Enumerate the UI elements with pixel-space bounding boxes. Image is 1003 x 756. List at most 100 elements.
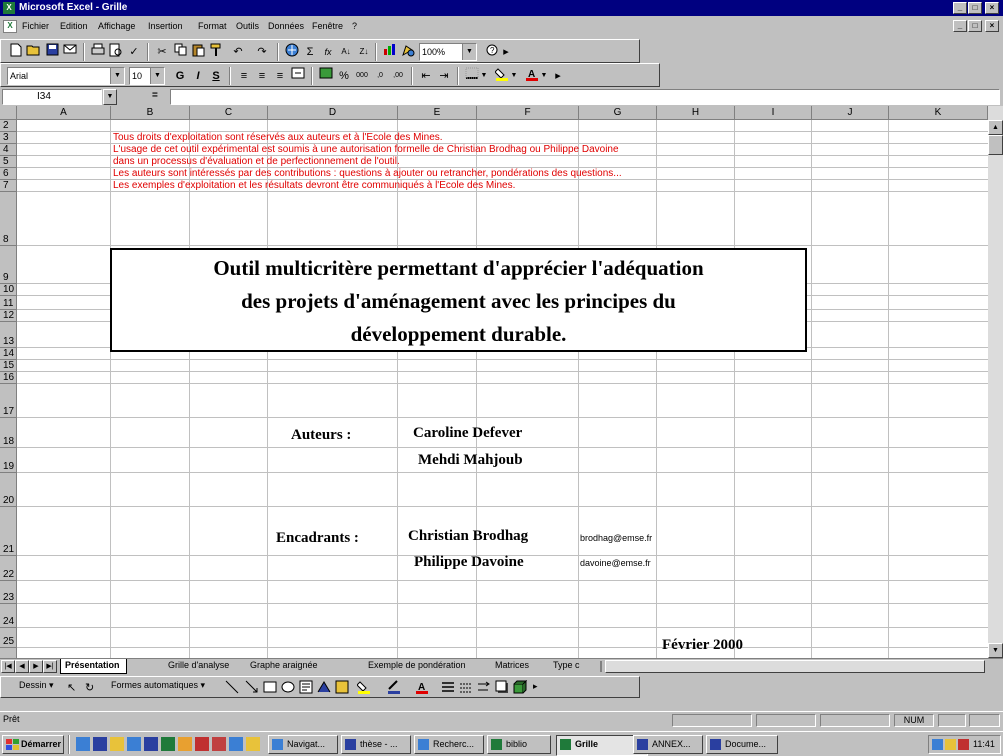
row-header[interactable]: 26	[0, 648, 17, 658]
next-sheet-icon[interactable]: ▶	[29, 660, 43, 673]
clipart-icon[interactable]	[335, 680, 349, 697]
close-button[interactable]: ×	[985, 2, 999, 14]
prev-sheet-icon[interactable]: ◀	[15, 660, 29, 673]
col-header-g[interactable]: G	[579, 106, 657, 120]
row-header[interactable]: 9	[0, 246, 17, 284]
col-header-k[interactable]: K	[889, 106, 988, 120]
office-assistant-icon[interactable]: ?	[483, 43, 501, 61]
col-header-b[interactable]: B	[111, 106, 190, 120]
row-header[interactable]: 3	[0, 132, 17, 144]
col-header-f[interactable]: F	[477, 106, 579, 120]
draw-menu-button[interactable]: Dessin ▾	[19, 680, 54, 691]
doc-minimize-button[interactable]: _	[953, 20, 967, 32]
align-center-icon[interactable]: ≡	[253, 67, 271, 85]
tray-speaker-icon[interactable]	[945, 739, 956, 750]
last-sheet-icon[interactable]: ▶|	[43, 660, 57, 673]
cut-icon[interactable]: ✂	[153, 43, 171, 61]
percent-icon[interactable]: %	[335, 67, 353, 85]
rectangle-icon[interactable]	[263, 680, 277, 697]
worksheet-grid[interactable]: A B C D E F G H I J K 2 3 4 5 6 7 8 9 10…	[0, 106, 988, 658]
formula-equals[interactable]: =	[152, 90, 158, 101]
row-header[interactable]: 19	[0, 448, 17, 473]
task-these[interactable]: thèse - ...	[341, 735, 411, 754]
menu-edition[interactable]: Edition	[60, 21, 88, 31]
maximize-button[interactable]: □	[968, 2, 982, 14]
quicklaunch-excel-icon[interactable]	[161, 737, 175, 751]
underline-button[interactable]: S	[207, 67, 225, 85]
name-box-dropdown-icon[interactable]: ▼	[103, 89, 117, 105]
chevron-down-icon[interactable]: ▼	[539, 67, 549, 85]
quicklaunch-powerpoint-icon[interactable]	[212, 737, 226, 751]
quicklaunch-channels-icon[interactable]	[127, 737, 141, 751]
tray-network-icon[interactable]	[932, 739, 943, 750]
horizontal-scrollbar[interactable]	[605, 660, 985, 673]
oval-icon[interactable]	[281, 680, 295, 697]
row-header[interactable]: 21	[0, 507, 17, 556]
row-header[interactable]: 15	[0, 360, 17, 372]
font-size-combo[interactable]: 10 ▼	[129, 67, 165, 85]
tab-matrices[interactable]: Matrices	[495, 660, 529, 670]
tab-presentation[interactable]: Présentation	[60, 659, 127, 674]
doc-close-button[interactable]: ×	[985, 20, 999, 32]
font-color-icon[interactable]: A	[415, 680, 429, 697]
chevron-down-icon[interactable]: ▼	[110, 68, 124, 84]
start-button[interactable]: Démarrer	[2, 735, 64, 754]
arrow-style-icon[interactable]	[477, 680, 491, 697]
mail-icon[interactable]	[61, 43, 79, 61]
menu-outils[interactable]: Outils	[236, 21, 259, 31]
first-sheet-icon[interactable]: |◀	[1, 660, 15, 673]
quicklaunch-outlook-icon[interactable]	[93, 737, 107, 751]
chart-wizard-icon[interactable]	[381, 43, 399, 61]
chevron-down-icon[interactable]: ▼	[462, 44, 476, 60]
row-header[interactable]: 7	[0, 180, 17, 192]
task-annexe[interactable]: ANNEX...	[633, 735, 703, 754]
quicklaunch-app-icon[interactable]	[229, 737, 243, 751]
tab-grille-analyse[interactable]: Grille d'analyse	[168, 660, 229, 670]
print-preview-icon[interactable]	[107, 43, 125, 61]
autosum-icon[interactable]: Σ	[301, 43, 319, 61]
row-header[interactable]: 22	[0, 556, 17, 581]
tab-graphe-araignee[interactable]: Graphe araignée	[250, 660, 318, 670]
scroll-thumb[interactable]	[988, 135, 1003, 155]
increase-decimal-icon[interactable]: ,0	[371, 67, 389, 85]
arrow-icon[interactable]	[245, 680, 259, 697]
task-document[interactable]: Docume...	[706, 735, 778, 754]
quicklaunch-ie-icon[interactable]	[110, 737, 124, 751]
name-box[interactable]: I34	[2, 89, 102, 105]
menu-fenetre[interactable]: Fenêtre	[312, 21, 343, 31]
open-icon[interactable]	[25, 43, 43, 61]
menu-donnees[interactable]: Données	[268, 21, 304, 31]
chevron-down-icon[interactable]: ▼	[150, 68, 164, 84]
undo-icon[interactable]: ↶	[229, 43, 247, 61]
dash-style-icon[interactable]	[459, 680, 473, 697]
row-header[interactable]: 10	[0, 284, 17, 296]
col-header-e[interactable]: E	[398, 106, 477, 120]
row-header[interactable]: 2	[0, 120, 17, 132]
bold-button[interactable]: G	[171, 67, 189, 85]
decrease-indent-icon[interactable]: ⇤	[417, 67, 435, 85]
menu-help[interactable]: ?	[352, 21, 357, 31]
wordart-icon[interactable]	[317, 680, 331, 697]
chevron-down-icon[interactable]: ▼	[479, 67, 489, 85]
increase-indent-icon[interactable]: ⇥	[435, 67, 453, 85]
autoshapes-menu-button[interactable]: Formes automatiques ▾	[111, 680, 205, 691]
toolbar-options-icon[interactable]: ▸	[533, 681, 538, 692]
row-header[interactable]: 23	[0, 581, 17, 604]
hyperlink-icon[interactable]	[283, 43, 301, 61]
toolbar-options-icon[interactable]: ▸	[501, 43, 511, 61]
row-header[interactable]: 17	[0, 384, 17, 418]
zoom-combo[interactable]: 100% ▼	[419, 43, 477, 61]
thousands-icon[interactable]: 000	[353, 67, 371, 85]
copy-icon[interactable]	[171, 43, 189, 61]
col-header-d[interactable]: D	[268, 106, 398, 120]
col-header-i[interactable]: I	[735, 106, 812, 120]
redo-icon[interactable]: ↷	[253, 43, 271, 61]
paste-icon[interactable]	[189, 43, 207, 61]
font-name-combo[interactable]: Arial ▼	[7, 67, 125, 85]
line-style-icon[interactable]	[441, 680, 455, 697]
window-title-bar[interactable]: X Microsoft Excel - Grille _ □ ×	[0, 0, 1003, 16]
save-icon[interactable]	[43, 43, 61, 61]
task-recherche[interactable]: Recherc...	[414, 735, 484, 754]
menu-insertion[interactable]: Insertion	[148, 21, 183, 31]
quicklaunch-desktop-icon[interactable]	[76, 737, 90, 751]
